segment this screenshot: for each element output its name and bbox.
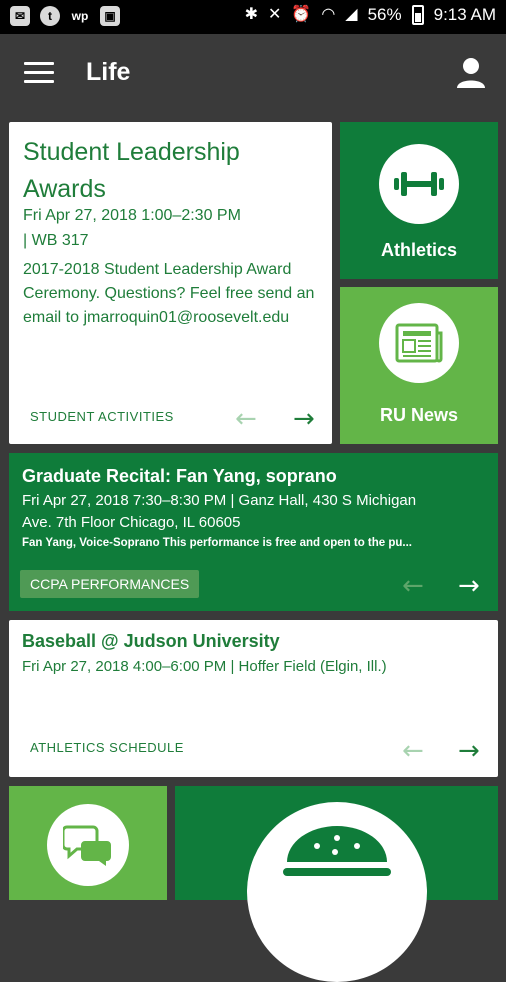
event-category: STUDENT ACTIVITIES [30, 409, 174, 424]
dining-tile[interactable] [175, 786, 498, 982]
prev-arrow-icon[interactable]: ← [402, 738, 424, 764]
app-bar: Life [0, 34, 506, 116]
image-icon: ▣ [100, 6, 120, 26]
event-snippet: Fan Yang, Voice-Soprano This performance… [22, 537, 413, 549]
newspaper-icon [379, 303, 459, 383]
hamburger-line [24, 71, 54, 74]
event-location-continued: Ave. 7th Floor Chicago, IL 60605 [22, 514, 241, 531]
alarm-icon: ⏰ [291, 6, 312, 23]
message-icon: ✉ [10, 6, 30, 26]
event-category: ATHLETICS SCHEDULE [30, 740, 184, 755]
chat-tile[interactable] [9, 786, 167, 900]
event-location: | WB 317 [23, 232, 89, 249]
next-arrow-icon[interactable]: → [293, 406, 315, 432]
menu-button[interactable] [24, 62, 54, 86]
hamburger-icon [24, 62, 54, 65]
clock: 9:13 AM [433, 5, 496, 24]
next-arrow-icon[interactable]: → [458, 738, 480, 764]
featured-event-card[interactable]: Student Leadership Awards Fri Apr 27, 20… [9, 122, 332, 444]
event-datetime-location: Fri Apr 27, 2018 7:30–8:30 PM | Ganz Hal… [22, 492, 417, 509]
prev-arrow-icon[interactable]: ← [235, 406, 257, 432]
baseball-event-card[interactable]: Baseball @ Judson University Fri Apr 27,… [9, 620, 498, 777]
athletics-tile[interactable]: Athletics [340, 122, 498, 279]
mute-icon: ✕ [267, 6, 282, 23]
event-title: Student Leadership Awards [23, 138, 240, 203]
event-description: 2017-2018 Student Leadership Award Cerem… [23, 261, 315, 326]
wifi-icon: ◠ [321, 6, 336, 23]
athletics-label: Athletics [380, 240, 458, 260]
page-title: Life [86, 58, 131, 86]
burger-icon [247, 802, 427, 982]
prev-arrow-icon[interactable]: ← [402, 573, 424, 599]
event-title: Graduate Recital: Fan Yang, soprano [22, 466, 337, 486]
news-label: RU News [379, 405, 459, 425]
news-tile[interactable]: RU News [340, 287, 498, 444]
next-arrow-icon[interactable]: → [458, 573, 480, 599]
recital-event-card[interactable]: Graduate Recital: Fan Yang, soprano Fri … [9, 453, 498, 611]
bluetooth-icon: ✱ [244, 6, 258, 23]
status-bar: ✉ t wp ▣ ✱ ✕ ⏰ ◠ ◢ 56% 9:13 AM [0, 0, 506, 34]
washington-post-icon: wp [71, 9, 89, 23]
event-category-badge: CCPA PERFORMANCES [20, 570, 200, 598]
event-datetime-location: Fri Apr 27, 2018 4:00–6:00 PM | Hoffer F… [22, 658, 387, 675]
chat-bubbles-icon [47, 804, 129, 886]
dumbbell-icon [379, 144, 459, 224]
hamburger-line [24, 80, 54, 83]
profile-button[interactable] [456, 56, 486, 90]
user-icon [457, 58, 485, 88]
tumblr-icon: t [40, 6, 60, 26]
event-title: Baseball @ Judson University [22, 631, 280, 651]
battery-icon [411, 5, 424, 25]
battery-level: 56% [367, 5, 402, 24]
event-datetime: Fri Apr 27, 2018 1:00–2:30 PM [23, 207, 241, 224]
signal-icon: ◢ [345, 6, 358, 23]
